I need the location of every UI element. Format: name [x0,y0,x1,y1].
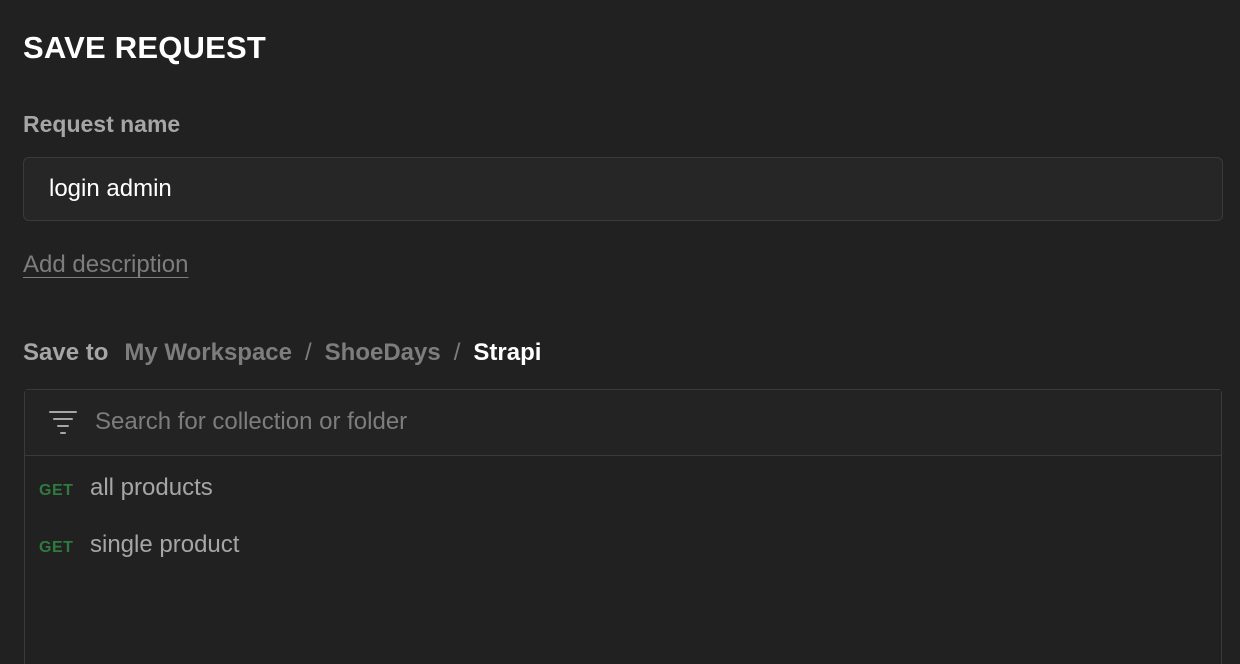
collection-browser: GET all products GET single product [24,389,1222,664]
method-badge-get: GET [39,482,74,499]
breadcrumb-separator: / [453,339,461,366]
request-item-name: all products [90,474,213,501]
breadcrumb-separator: / [305,339,312,366]
request-name-label: Request name [23,111,181,137]
search-row [25,390,1221,456]
breadcrumb-collection[interactable]: ShoeDays [325,339,441,367]
save-to-breadcrumb: Save to My Workspace / ShoeDays / Strapi [23,339,541,367]
filter-icon [49,411,77,434]
add-description-link[interactable]: Add description [23,251,188,279]
request-list-item[interactable]: GET single product [25,517,1221,567]
breadcrumb-workspace[interactable]: My Workspace [124,339,292,367]
breadcrumb-folder-current: Strapi [473,339,542,366]
save-to-label: Save to [23,339,109,366]
request-item-name: single product [90,531,240,558]
method-badge-get: GET [39,539,74,556]
request-list-item[interactable]: GET all products [25,460,1221,510]
collection-search-input[interactable] [95,390,1195,454]
request-name-input[interactable] [23,157,1223,221]
save-request-dialog: SAVE REQUEST Request name Add descriptio… [0,0,1240,664]
dialog-title: SAVE REQUEST [23,30,266,65]
